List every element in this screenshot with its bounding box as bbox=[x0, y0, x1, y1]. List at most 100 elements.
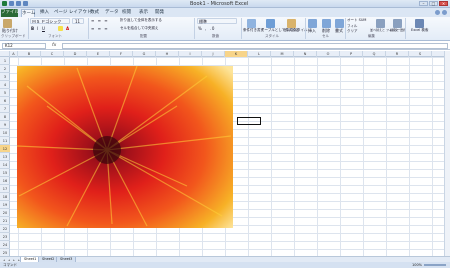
row-header[interactable]: 10 bbox=[0, 129, 10, 137]
number-format-select[interactable]: 標準 bbox=[197, 18, 237, 24]
group-alignment: 配置 bbox=[140, 34, 147, 38]
row-header-active[interactable]: 12 bbox=[0, 145, 10, 153]
row-header[interactable]: 1 bbox=[0, 57, 10, 65]
bold-button[interactable]: B bbox=[31, 26, 34, 31]
excel-search-icon[interactable] bbox=[415, 19, 424, 28]
row-header[interactable]: 14 bbox=[0, 161, 10, 169]
insert-cells-icon[interactable] bbox=[308, 19, 317, 28]
row-header[interactable]: 15 bbox=[0, 169, 10, 177]
row-header[interactable]: 22 bbox=[0, 225, 10, 233]
autosum-button[interactable]: オート SUM bbox=[347, 18, 366, 23]
row-header[interactable]: 20 bbox=[0, 209, 10, 217]
row-header[interactable]: 5 bbox=[0, 89, 10, 97]
window-title: Book1 - Microsoft Excel bbox=[190, 1, 249, 7]
group-cells: セル bbox=[322, 34, 329, 38]
group-number: 数値 bbox=[212, 34, 219, 38]
redo-icon[interactable] bbox=[23, 1, 28, 6]
tab-home[interactable]: ホーム bbox=[21, 9, 35, 17]
tab-page-layout[interactable]: ページ レイアウト bbox=[54, 9, 91, 17]
row-header[interactable]: 11 bbox=[0, 137, 10, 145]
quick-access-toolbar bbox=[2, 1, 28, 6]
tab-developer[interactable]: 開発 bbox=[155, 9, 164, 17]
tab-data[interactable]: データ bbox=[105, 9, 119, 17]
align-buttons-bottom[interactable]: ≡ ≡ ≡ bbox=[91, 26, 109, 31]
row-header[interactable]: 16 bbox=[0, 177, 10, 185]
paste-icon[interactable] bbox=[3, 19, 12, 28]
group-editing: 編集 bbox=[368, 34, 375, 38]
tab-review[interactable]: 校閲 bbox=[122, 9, 131, 17]
formula-input[interactable] bbox=[62, 43, 448, 49]
cell-styles-label: セルのスタイル bbox=[283, 28, 308, 32]
minimize-ribbon-icon[interactable] bbox=[435, 10, 440, 15]
row-header[interactable]: 9 bbox=[0, 121, 10, 129]
font-size-select[interactable]: 11 bbox=[72, 18, 84, 24]
italic-button[interactable]: I bbox=[37, 26, 38, 31]
separator bbox=[88, 18, 89, 39]
row-header[interactable]: 6 bbox=[0, 97, 10, 105]
zoom-level[interactable]: 100% bbox=[412, 262, 422, 268]
delete-cells-icon[interactable] bbox=[322, 19, 331, 28]
row-header[interactable]: 24 bbox=[0, 241, 10, 249]
row-header[interactable]: 13 bbox=[0, 153, 10, 161]
font-name-select[interactable]: ＭＳ Ｐゴシック bbox=[30, 18, 70, 24]
conditional-format-icon[interactable] bbox=[247, 19, 256, 28]
find-select-icon[interactable] bbox=[393, 19, 402, 28]
flower-image[interactable] bbox=[17, 66, 233, 228]
row-header[interactable]: 8 bbox=[0, 113, 10, 121]
group-styles: スタイル bbox=[265, 34, 279, 38]
row-header[interactable]: 21 bbox=[0, 217, 10, 225]
separator bbox=[241, 18, 242, 39]
status-text: コマンド bbox=[3, 263, 17, 267]
cell-styles-icon[interactable] bbox=[287, 19, 296, 28]
row-header[interactable]: 19 bbox=[0, 201, 10, 209]
number-format-value: 標準 bbox=[199, 19, 207, 24]
row-header[interactable]: 4 bbox=[0, 81, 10, 89]
help-icon[interactable] bbox=[442, 10, 447, 15]
group-font: フォント bbox=[48, 34, 62, 38]
row-header[interactable]: 2 bbox=[0, 65, 10, 73]
format-cells-label: 書式 bbox=[335, 28, 343, 33]
format-cells-icon[interactable] bbox=[335, 19, 344, 28]
merge-center-button[interactable]: セルを結合して中央揃え bbox=[120, 26, 158, 31]
separator bbox=[405, 18, 406, 39]
row-header[interactable]: 3 bbox=[0, 73, 10, 81]
vertical-scrollbar[interactable] bbox=[444, 51, 450, 257]
insert-cells-label: 挿入 bbox=[308, 28, 316, 33]
sort-filter-icon[interactable] bbox=[376, 19, 385, 28]
row-headers: 1 2 3 4 5 6 7 8 9 10 11 12 13 14 15 16 1… bbox=[0, 57, 10, 257]
title-bar: Book1 - Microsoft Excel – □ × bbox=[0, 0, 450, 8]
status-bar: コマンド 100% bbox=[0, 262, 450, 268]
row-header[interactable]: 17 bbox=[0, 185, 10, 193]
zoom-slider[interactable] bbox=[424, 264, 446, 266]
close-button[interactable]: × bbox=[439, 1, 448, 6]
formula-bar: K12 fx bbox=[0, 42, 450, 50]
wrap-text-button[interactable]: 折り返して全体を表示する bbox=[120, 18, 162, 23]
tab-insert[interactable]: 挿入 bbox=[40, 9, 49, 17]
row-header[interactable]: 23 bbox=[0, 233, 10, 241]
separator bbox=[305, 18, 306, 39]
excel-search-label: Excel 検索 bbox=[411, 28, 429, 32]
tab-file[interactable]: ファイル bbox=[1, 9, 19, 17]
group-clipboard: クリップボード bbox=[1, 34, 26, 38]
number-style-buttons[interactable]: % , .0 bbox=[198, 26, 215, 31]
undo-icon[interactable] bbox=[16, 1, 21, 6]
row-header[interactable]: 7 bbox=[0, 105, 10, 113]
tab-view[interactable]: 表示 bbox=[139, 9, 148, 17]
separator bbox=[194, 18, 195, 39]
font-color-button[interactable]: A bbox=[66, 26, 69, 31]
separator bbox=[345, 18, 346, 39]
separator bbox=[28, 18, 29, 39]
clear-button[interactable]: クリア bbox=[347, 29, 358, 34]
underline-button[interactable]: U bbox=[42, 26, 45, 31]
minimize-button[interactable]: – bbox=[419, 1, 428, 6]
save-icon[interactable] bbox=[9, 1, 14, 6]
format-as-table-icon[interactable] bbox=[266, 19, 275, 28]
active-cell-selection[interactable] bbox=[237, 117, 261, 125]
row-header[interactable]: 18 bbox=[0, 193, 10, 201]
fx-icon[interactable]: fx bbox=[52, 43, 56, 48]
align-buttons-top[interactable]: ≡ ≡ ≡ bbox=[91, 18, 109, 23]
fill-color-icon[interactable] bbox=[58, 26, 63, 31]
tab-formulas[interactable]: 数式 bbox=[90, 9, 99, 17]
maximize-button[interactable]: □ bbox=[429, 1, 438, 6]
name-box[interactable]: K12 bbox=[2, 43, 46, 49]
